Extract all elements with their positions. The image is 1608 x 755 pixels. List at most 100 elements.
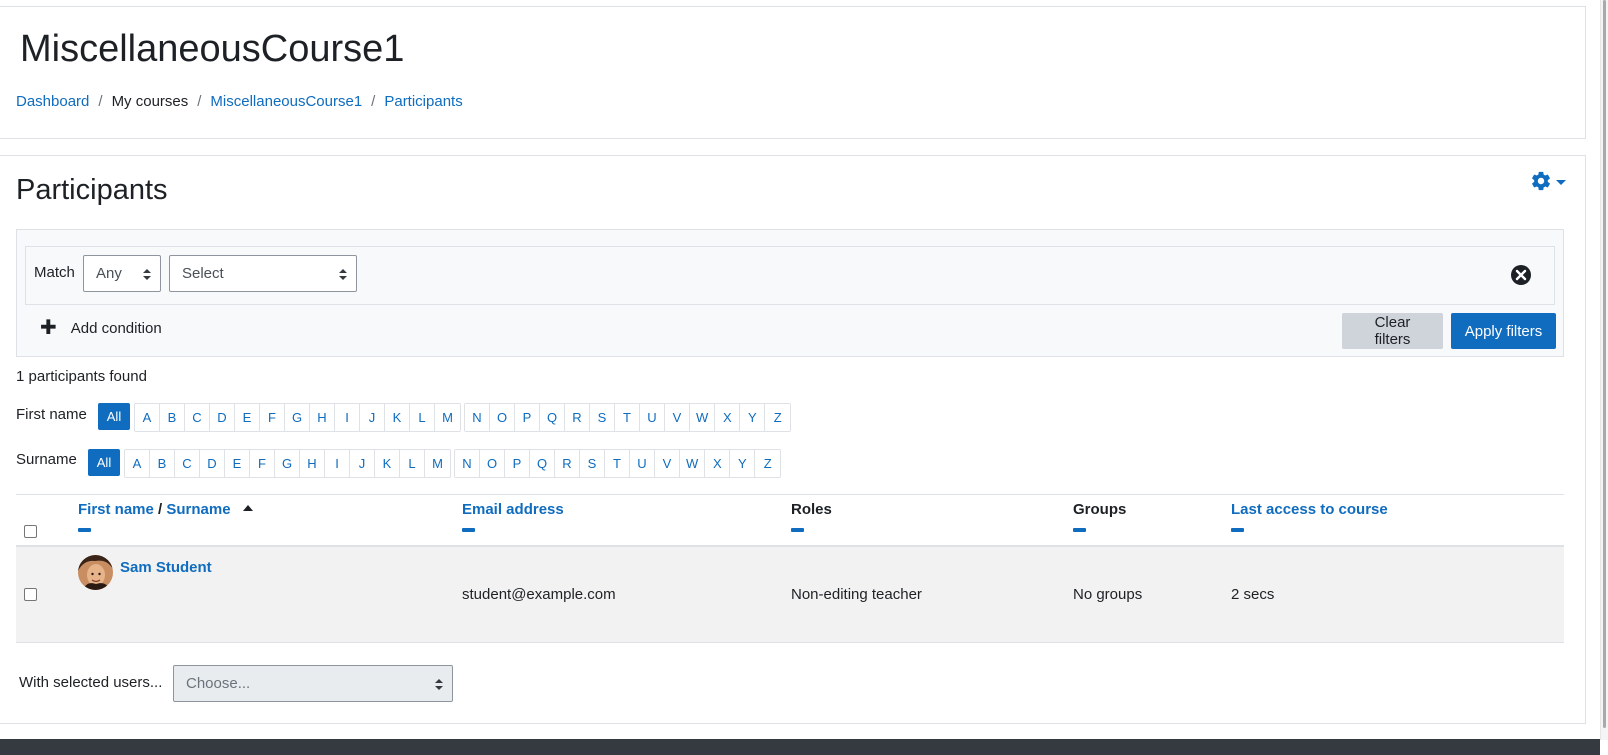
surname-initial-x[interactable]: X bbox=[705, 450, 731, 477]
first-name-initial-w[interactable]: W bbox=[690, 404, 716, 431]
page-scrollbar[interactable] bbox=[1600, 0, 1608, 740]
surname-initial-all[interactable]: All bbox=[88, 449, 120, 476]
surname-initial-k[interactable]: K bbox=[375, 450, 400, 477]
collapse-column-icon[interactable] bbox=[791, 528, 804, 532]
first-name-initial-u[interactable]: U bbox=[640, 404, 665, 431]
participant-roles[interactable]: Non-editing teacher bbox=[791, 586, 922, 603]
match-select[interactable]: Any bbox=[83, 255, 161, 292]
first-name-initial-y[interactable]: Y bbox=[740, 404, 766, 431]
gear-icon bbox=[1532, 171, 1550, 191]
add-condition-button[interactable]: ✚ Add condition bbox=[40, 318, 162, 338]
first-name-initial-f[interactable]: F bbox=[260, 404, 285, 431]
first-name-initial-b[interactable]: B bbox=[160, 404, 185, 431]
table-header: First name / Surname Email address Roles… bbox=[16, 494, 1564, 547]
first-name-initial-t[interactable]: T bbox=[615, 404, 640, 431]
first-name-initial-h[interactable]: H bbox=[310, 404, 335, 431]
sort-updown-icon bbox=[143, 269, 151, 281]
participant-last-access: 2 secs bbox=[1231, 586, 1275, 603]
first-name-initial-e[interactable]: E bbox=[235, 404, 260, 431]
breadcrumb-dashboard[interactable]: Dashboard bbox=[16, 93, 89, 110]
sort-first-name-link[interactable]: First name bbox=[78, 501, 154, 518]
header-roles: Roles bbox=[791, 501, 832, 532]
surname-initial-e[interactable]: E bbox=[225, 450, 250, 477]
breadcrumb-participants[interactable]: Participants bbox=[384, 93, 462, 110]
sort-surname-link[interactable]: Surname bbox=[166, 501, 230, 518]
breadcrumb: Dashboard / My courses / MiscellaneousCo… bbox=[16, 93, 463, 110]
first-name-initial-d[interactable]: D bbox=[210, 404, 235, 431]
surname-initial-c[interactable]: C bbox=[175, 450, 200, 477]
first-name-initial-g[interactable]: G bbox=[285, 404, 310, 431]
row-select-checkbox[interactable] bbox=[24, 588, 37, 601]
collapse-column-icon[interactable] bbox=[1231, 528, 1244, 532]
first-name-initial-i[interactable]: I bbox=[335, 404, 360, 431]
surname-initial-y[interactable]: Y bbox=[730, 450, 756, 477]
condition-select[interactable]: Select bbox=[169, 255, 357, 292]
participant-name-link[interactable]: Sam Student bbox=[120, 559, 212, 576]
avatar[interactable] bbox=[78, 555, 113, 590]
sort-ascending-icon bbox=[242, 505, 253, 511]
surname-initial-j[interactable]: J bbox=[350, 450, 375, 477]
surname-initial-v[interactable]: V bbox=[655, 450, 680, 477]
select-all-checkbox[interactable] bbox=[24, 525, 37, 538]
first-name-initial-n[interactable]: N bbox=[465, 404, 490, 431]
collapse-column-icon[interactable] bbox=[462, 528, 475, 532]
first-name-initial-k[interactable]: K bbox=[385, 404, 410, 431]
surname-initial-q[interactable]: Q bbox=[530, 450, 555, 477]
collapse-column-icon[interactable] bbox=[1073, 528, 1086, 532]
first-name-initial-q[interactable]: Q bbox=[540, 404, 565, 431]
surname-initial-h[interactable]: H bbox=[300, 450, 325, 477]
first-name-initial-r[interactable]: R bbox=[565, 404, 590, 431]
first-name-initial-x[interactable]: X bbox=[715, 404, 741, 431]
remove-condition-icon[interactable] bbox=[1510, 264, 1532, 286]
surname-initial-g[interactable]: G bbox=[275, 450, 300, 477]
first-name-initials-bar: All A B C D E F G H I J K L M N O P Q R S T U V W X Y Z bbox=[98, 403, 794, 432]
first-name-initial-v[interactable]: V bbox=[665, 404, 690, 431]
sort-email-link[interactable]: Email address bbox=[462, 501, 564, 518]
surname-initial-n[interactable]: N bbox=[455, 450, 480, 477]
surname-initial-l[interactable]: L bbox=[400, 450, 425, 477]
first-name-initial-s[interactable]: S bbox=[590, 404, 615, 431]
roles-header-label: Roles bbox=[791, 501, 832, 518]
surname-initials-group: ABCDEFGHIJKLM bbox=[124, 449, 451, 478]
surname-initial-a[interactable]: A bbox=[125, 450, 150, 477]
first-name-initial-p[interactable]: P bbox=[515, 404, 540, 431]
scrollbar-thumb[interactable] bbox=[1603, 0, 1606, 728]
surname-initial-z[interactable]: Z bbox=[755, 450, 781, 477]
condition-select-value: Select bbox=[182, 265, 224, 282]
surname-initial-p[interactable]: P bbox=[505, 450, 530, 477]
match-select-value: Any bbox=[96, 265, 122, 282]
sort-last-access-link[interactable]: Last access to course bbox=[1231, 501, 1388, 518]
surname-initial-f[interactable]: F bbox=[250, 450, 275, 477]
first-name-initial-all[interactable]: All bbox=[98, 403, 130, 430]
header-separator: / bbox=[158, 501, 163, 518]
collapse-column-icon[interactable] bbox=[78, 528, 91, 532]
surname-initial-u[interactable]: U bbox=[630, 450, 655, 477]
apply-filters-button[interactable]: Apply filters bbox=[1451, 313, 1556, 349]
surname-initial-d[interactable]: D bbox=[200, 450, 225, 477]
surname-initial-s[interactable]: S bbox=[580, 450, 605, 477]
surname-initial-i[interactable]: I bbox=[325, 450, 350, 477]
first-name-initial-o[interactable]: O bbox=[490, 404, 515, 431]
surname-initial-w[interactable]: W bbox=[680, 450, 706, 477]
first-name-initial-c[interactable]: C bbox=[185, 404, 210, 431]
surname-initial-r[interactable]: R bbox=[555, 450, 580, 477]
participants-count: 1 participants found bbox=[16, 368, 147, 385]
first-name-initial-a[interactable]: A bbox=[135, 404, 160, 431]
first-name-initial-m[interactable]: M bbox=[435, 404, 460, 431]
first-name-initial-z[interactable]: Z bbox=[765, 404, 791, 431]
surname-initials-bar: All A B C D E F G H I J K L M N O P Q R S T U V W X Y Z bbox=[88, 449, 784, 478]
clear-filters-button[interactable]: Clear filters bbox=[1342, 313, 1443, 349]
surname-initial-t[interactable]: T bbox=[605, 450, 630, 477]
first-name-initial-l[interactable]: L bbox=[410, 404, 435, 431]
actions-menu-button[interactable] bbox=[1530, 170, 1566, 192]
bulk-action-select[interactable]: Choose... bbox=[173, 665, 453, 702]
surname-initial-o[interactable]: O bbox=[480, 450, 505, 477]
first-name-initials-group: ABCDEFGHIJKLM bbox=[134, 403, 461, 432]
breadcrumb-course[interactable]: MiscellaneousCourse1 bbox=[210, 93, 362, 110]
surname-initial-m[interactable]: M bbox=[425, 450, 450, 477]
surname-initial-b[interactable]: B bbox=[150, 450, 175, 477]
first-name-initial-j[interactable]: J bbox=[360, 404, 385, 431]
course-header bbox=[0, 6, 1586, 139]
header-email: Email address bbox=[462, 501, 564, 532]
groups-header-label: Groups bbox=[1073, 501, 1127, 518]
